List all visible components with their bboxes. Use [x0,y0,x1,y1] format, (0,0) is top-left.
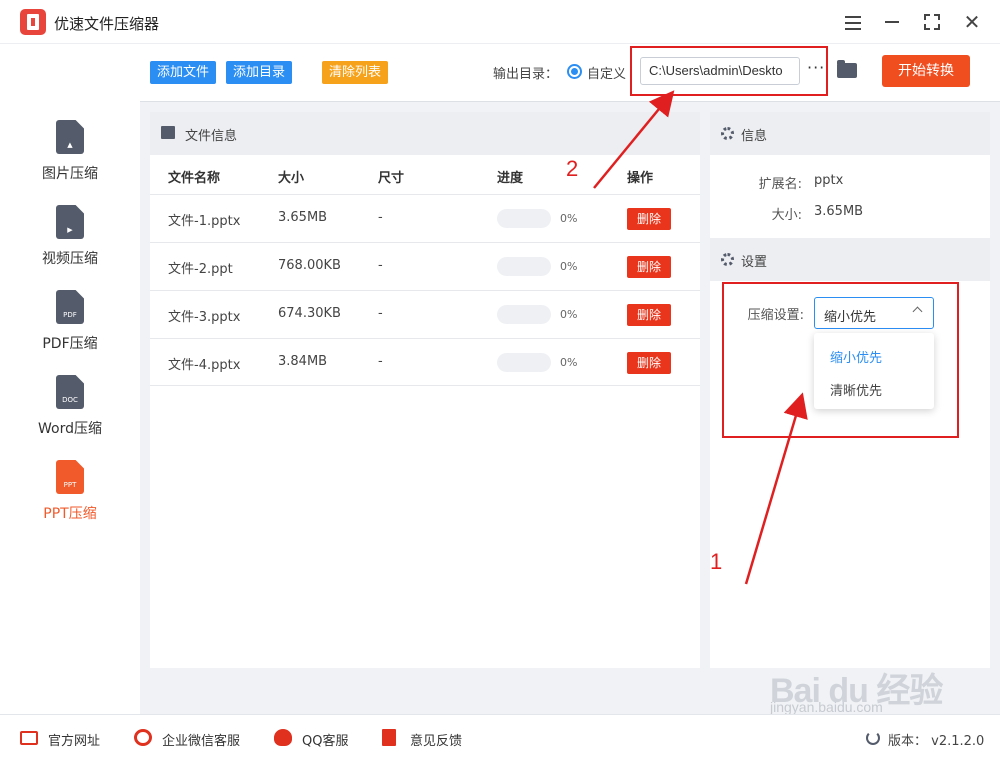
footer-wechat-label: 企业微信客服 [162,734,241,749]
footer-feedback-label: 意见反馈 [410,734,463,749]
qq-icon [274,729,292,746]
refresh-icon[interactable] [866,731,880,745]
annotation-arrows [593,90,808,585]
feedback-icon [382,729,396,746]
baidu-watermark: Bai du 经验 jingyan.baidu.com [770,663,990,715]
version-label: 版本： v2.1.2.0 [888,734,985,749]
wechat-icon [134,729,152,746]
annotation-number-1: 1 [710,549,723,574]
annotation-number-2: 2 [566,156,579,181]
footer: 官方网址 企业微信客服 QQ客服 意见反馈 版本： v2.1.2.0 [0,714,1000,760]
website-icon [20,731,38,745]
footer-qq-label: QQ客服 [302,734,349,749]
watermark-url: jingyan.baidu.com [770,699,883,715]
footer-website-label: 官方网址 [48,734,101,749]
